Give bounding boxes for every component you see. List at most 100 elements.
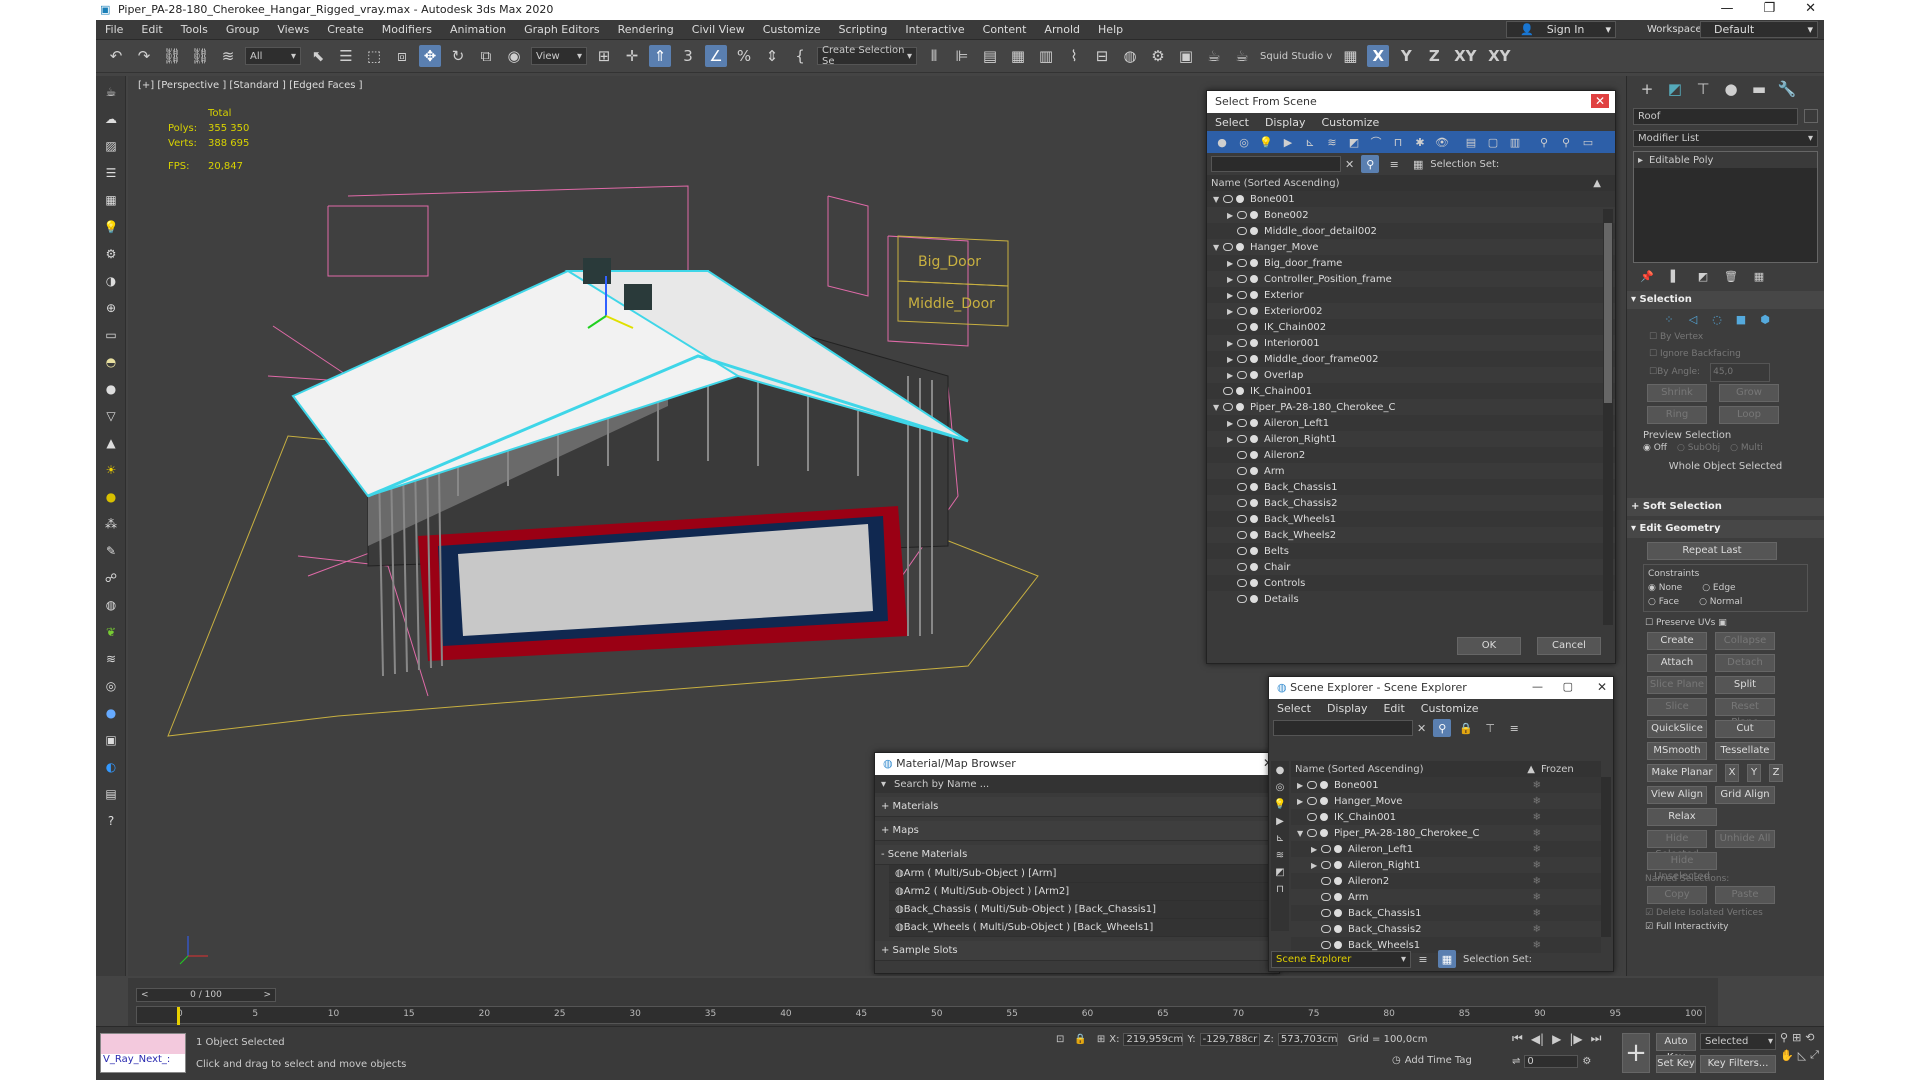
visibility-eye-icon[interactable] — [1307, 797, 1317, 805]
sphere-icon[interactable]: ● — [100, 378, 122, 400]
visibility-eye-icon[interactable] — [1321, 877, 1331, 885]
menu-item-group[interactable]: Group — [226, 23, 260, 36]
current-frame-marker[interactable] — [177, 1007, 180, 1025]
selection-filter-dropdown[interactable]: All ▾ — [245, 47, 301, 65]
absolute-mode-icon[interactable]: ⊞ — [1097, 1034, 1105, 1045]
visibility-eye-icon[interactable] — [1321, 925, 1331, 933]
menu-item-help[interactable]: Help — [1098, 23, 1123, 36]
angle-snap-icon[interactable]: ∠ — [705, 45, 727, 67]
filter-off-icon[interactable]: ⚲ — [1536, 131, 1552, 153]
filter-helpers-icon[interactable]: ⊾ — [1302, 131, 1318, 153]
close-icon[interactable]: ✕ — [1597, 680, 1607, 694]
edit-named-sets-icon[interactable]: { — [789, 45, 811, 67]
select-rotate-icon[interactable]: ↻ — [447, 45, 469, 67]
pin-stack-icon[interactable]: 📌 — [1636, 265, 1658, 287]
filter-spacewarps-icon[interactable]: ≋ — [1324, 131, 1340, 153]
link-icon[interactable]: ⛓ — [161, 45, 183, 67]
visibility-eye-icon[interactable] — [1237, 291, 1247, 299]
element-icon[interactable]: ⬢ — [1756, 310, 1774, 328]
close-icon[interactable]: ✕ — [1805, 1, 1816, 16]
render-icon[interactable]: ◐ — [100, 756, 122, 778]
expand-icon[interactable]: ▶ — [1297, 797, 1307, 806]
tree-item[interactable]: ▶ Middle_door_frame002 — [1207, 351, 1615, 367]
menu-item-modifiers[interactable]: Modifiers — [382, 23, 432, 36]
expand-icon[interactable]: ▶ — [1227, 211, 1237, 220]
filter-shapes-icon[interactable]: ◎ — [1236, 131, 1252, 153]
menu-item-rendering[interactable]: Rendering — [618, 23, 674, 36]
tree-item[interactable]: ▶ Overlap — [1207, 367, 1615, 383]
next-key-icon[interactable]: |▶ — [1569, 1032, 1582, 1046]
minimize-icon[interactable]: — — [1720, 1, 1733, 16]
scene-explorer-scrollbar[interactable] — [1601, 777, 1611, 937]
frozen-icon[interactable]: ❄ — [1533, 924, 1541, 935]
menu-item-scripting[interactable]: Scripting — [838, 23, 887, 36]
toggle-ribbon-icon[interactable]: ▥ — [1035, 45, 1057, 67]
visibility-eye-icon[interactable] — [1237, 451, 1247, 459]
menu-item-graph-editors[interactable]: Graph Editors — [524, 23, 600, 36]
frozen-icon[interactable]: ❄ — [1533, 796, 1541, 807]
filter-hidden-icon[interactable]: 👁 — [1434, 131, 1450, 153]
scene-materials-group[interactable]: - Scene Materials — [875, 845, 1279, 865]
tree-item[interactable]: IK_Chain002 — [1207, 319, 1615, 335]
tree-item[interactable]: Arm — [1207, 463, 1615, 479]
cut-button[interactable]: Cut — [1715, 720, 1775, 738]
visibility-eye-icon[interactable] — [1237, 339, 1247, 347]
sample-slots-group[interactable]: + Sample Slots — [875, 941, 1279, 961]
menu-item-content[interactable]: Content — [983, 23, 1027, 36]
motion-tab-icon[interactable]: ● — [1720, 78, 1742, 100]
visibility-eye-icon[interactable] — [1237, 563, 1247, 571]
image-icon[interactable]: ▨ — [100, 135, 122, 157]
prev-frame-icon[interactable]: < — [141, 990, 149, 1000]
visibility-eye-icon[interactable] — [1307, 781, 1317, 789]
y-field[interactable]: -129,788cr — [1199, 1033, 1260, 1046]
close-icon[interactable]: ✕ — [1590, 94, 1609, 108]
constraint-none-radio[interactable]: ◉ None — [1648, 581, 1682, 595]
tree-item[interactable]: Back_Chassis2 ❄ — [1291, 921, 1601, 937]
filter-groups-icon[interactable]: ◩ — [1346, 131, 1362, 153]
tree-item[interactable]: ▼ Bone001 — [1207, 191, 1615, 207]
minimize-icon[interactable]: — — [1532, 680, 1543, 693]
constraint-edge-radio[interactable]: ○ Edge — [1702, 581, 1735, 595]
list-icon[interactable]: ☰ — [100, 162, 122, 184]
speaker-icon[interactable]: ◑ — [100, 270, 122, 292]
tree-item[interactable]: Back_Chassis1 — [1207, 479, 1615, 495]
expand-icon[interactable]: ▶ — [1227, 435, 1237, 444]
grid-align-button[interactable]: Grid Align — [1715, 786, 1775, 804]
cone-icon[interactable]: ▲ — [100, 432, 122, 454]
set-keys-icon[interactable]: + — [1622, 1033, 1650, 1073]
camera-icon[interactable]: ⊕ — [100, 297, 122, 319]
redo-icon[interactable]: ↷ — [133, 45, 155, 67]
tree-item[interactable]: Back_Chassis1 ❄ — [1291, 905, 1601, 921]
menu-item-edit[interactable]: Edit — [1383, 702, 1404, 715]
visibility-eye-icon[interactable] — [1223, 387, 1233, 395]
visibility-eye-icon[interactable] — [1237, 419, 1247, 427]
menu-item-arnold[interactable]: Arnold — [1044, 23, 1080, 36]
curve-editor-icon[interactable]: ⌇ — [1063, 45, 1085, 67]
expand-icon[interactable]: ▶ — [1311, 845, 1321, 854]
axis-x-icon[interactable]: X — [1367, 45, 1390, 67]
menu-item-display[interactable]: Display — [1265, 116, 1306, 129]
stack-item-editable-poly[interactable]: ▸ Editable Poly — [1634, 152, 1817, 168]
visibility-eye-icon[interactable] — [1237, 227, 1247, 235]
slice-plane-button[interactable]: Slice Plane — [1647, 676, 1707, 694]
frozen-icon[interactable]: ❄ — [1533, 780, 1541, 791]
visibility-eye-icon[interactable] — [1321, 893, 1331, 901]
tree-item[interactable]: ▶ Hanger_Move ❄ — [1291, 793, 1601, 809]
material-icon[interactable]: ▣ — [100, 729, 122, 751]
maxscript-listener[interactable]: V_Ray_Next_: — [100, 1033, 186, 1073]
visibility-eye-icon[interactable] — [1237, 579, 1247, 587]
selection-set-icon[interactable]: ▦ — [1409, 155, 1427, 173]
menu-item-interactive[interactable]: Interactive — [905, 23, 964, 36]
visibility-eye-icon[interactable] — [1237, 483, 1247, 491]
track-bar[interactable]: 0510152025303540455055606570758085909510… — [136, 1006, 1706, 1025]
clear-icon[interactable]: ✕ — [1345, 158, 1354, 171]
undo-icon[interactable]: ↶ — [105, 45, 127, 67]
rect-selection-icon[interactable]: ⬚ — [363, 45, 385, 67]
visibility-eye-icon[interactable] — [1223, 403, 1233, 411]
expand-icon[interactable]: ▶ — [1227, 355, 1237, 364]
z-button[interactable]: Z — [1769, 764, 1783, 782]
axis-z-icon[interactable]: Z — [1423, 45, 1445, 67]
auto-key-button[interactable]: Auto Key — [1656, 1033, 1696, 1063]
explorer-dropdown[interactable]: Scene Explorer ▾ — [1271, 950, 1411, 968]
make-unique-icon[interactable]: ◩ — [1692, 265, 1714, 287]
